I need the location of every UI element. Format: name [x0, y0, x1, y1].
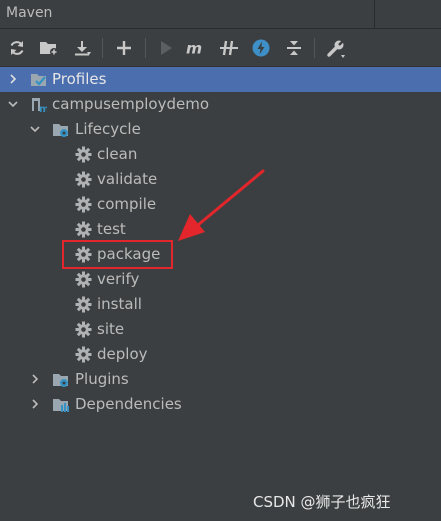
maven-tool-window: Maven m Profiles m campusemploydemo Life…	[0, 0, 441, 521]
watermark-text: CSDN @狮子也疯狂	[253, 493, 391, 511]
annotation-red-arrow	[178, 169, 265, 241]
